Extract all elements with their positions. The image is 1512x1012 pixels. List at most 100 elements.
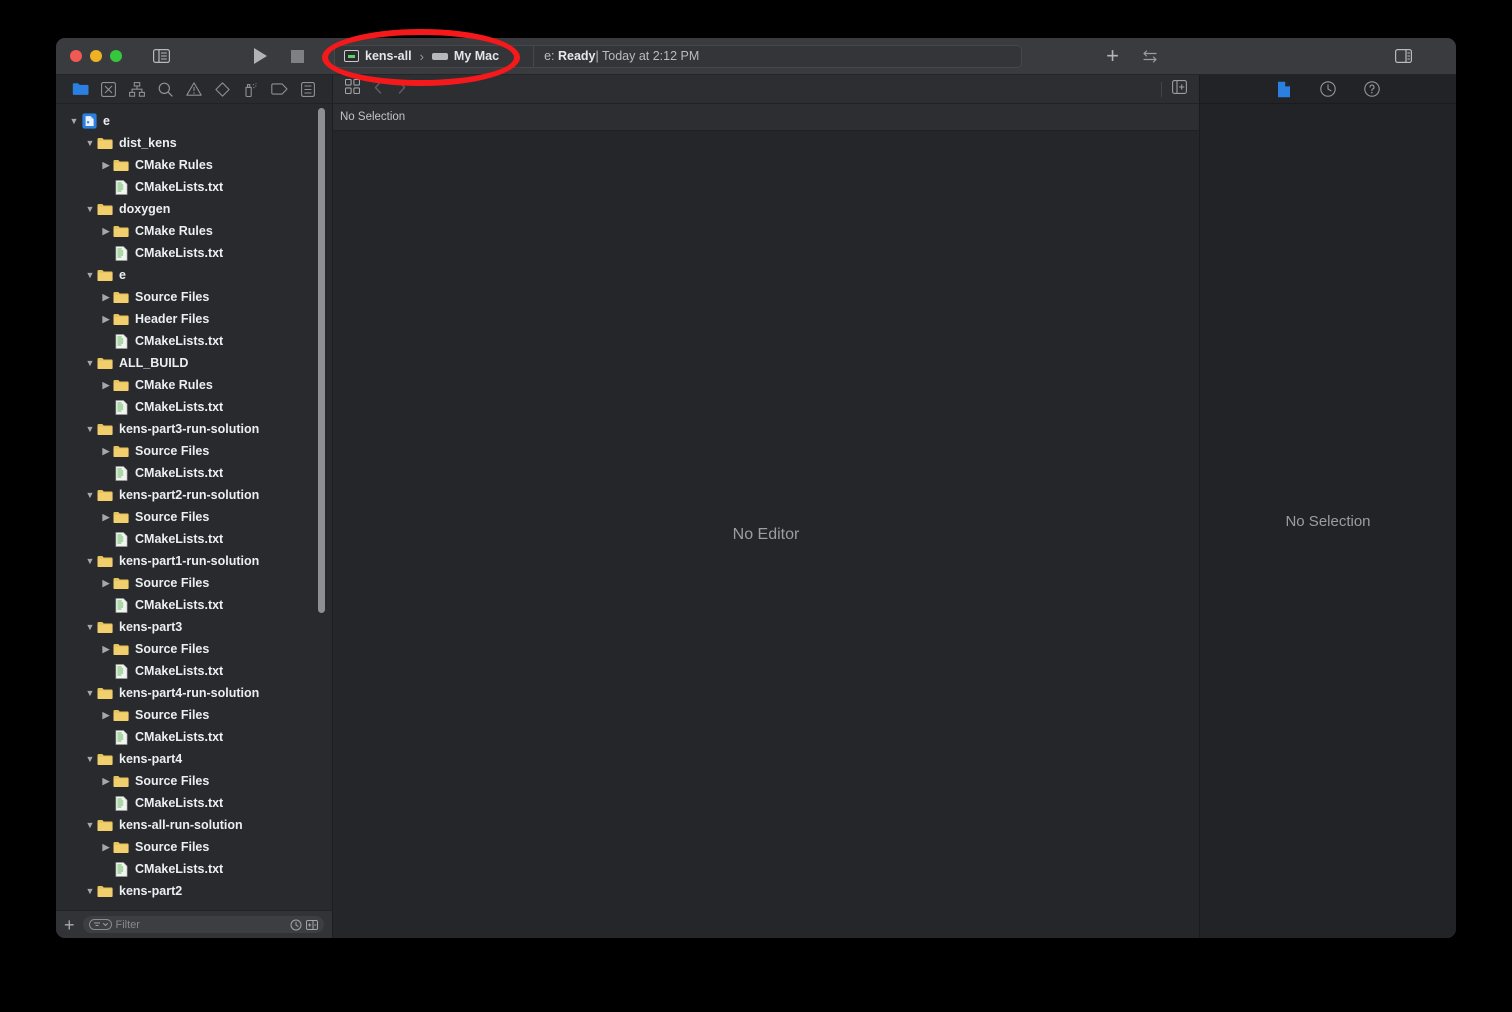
disclosure-open-icon[interactable]: ▼: [84, 622, 96, 632]
tree-row-label: dist_kens: [119, 136, 177, 150]
run-stop-group: [254, 48, 304, 64]
disclosure-closed-icon[interactable]: ▶: [100, 226, 112, 237]
debug-navigator[interactable]: [241, 79, 261, 99]
find-navigator[interactable]: [156, 79, 176, 99]
grid-view-icon[interactable]: [344, 78, 361, 99]
source-control-navigator[interactable]: [99, 79, 119, 99]
file-inspector[interactable]: [1275, 80, 1293, 98]
filter-options-icon[interactable]: [88, 919, 112, 930]
tree-row[interactable]: ▼ ALL_BUILD: [56, 352, 332, 374]
tree-row[interactable]: ▶ Source Files: [56, 770, 332, 792]
play-icon[interactable]: [254, 48, 267, 64]
disclosure-open-icon[interactable]: ▼: [84, 820, 96, 830]
disclosure-open-icon[interactable]: ▼: [84, 138, 96, 148]
issue-navigator[interactable]: [184, 79, 204, 99]
disclosure-open-icon[interactable]: ▼: [84, 204, 96, 214]
disclosure-open-icon[interactable]: ▼: [68, 116, 80, 126]
disclosure-open-icon[interactable]: ▼: [84, 754, 96, 764]
tree-row[interactable]: CMakeLists.txt: [56, 330, 332, 352]
navigator-tab-bar: [56, 75, 332, 104]
tree-row[interactable]: ▼ kens-part4: [56, 748, 332, 770]
tree-row[interactable]: ▶ CMake Rules: [56, 374, 332, 396]
breakpoint-navigator[interactable]: [269, 79, 289, 99]
tree-row[interactable]: ▶ Source Files: [56, 572, 332, 594]
disclosure-open-icon[interactable]: ▼: [84, 358, 96, 368]
history-inspector[interactable]: [1319, 80, 1337, 98]
tree-row[interactable]: ▶ Source Files: [56, 506, 332, 528]
tree-row[interactable]: ▼ doxygen: [56, 198, 332, 220]
minimize-button[interactable]: [90, 50, 102, 62]
disclosure-open-icon[interactable]: ▼: [84, 490, 96, 500]
stop-icon[interactable]: [291, 49, 304, 63]
tree-row[interactable]: ▶ Source Files: [56, 836, 332, 858]
disclosure-closed-icon[interactable]: ▶: [100, 380, 112, 391]
zoom-button[interactable]: [110, 50, 122, 62]
disclosure-closed-icon[interactable]: ▶: [100, 842, 112, 853]
disclosure-closed-icon[interactable]: ▶: [100, 446, 112, 457]
disclosure-closed-icon[interactable]: ▶: [100, 578, 112, 589]
tree-row-label: kens-part2-run-solution: [119, 488, 260, 502]
tree-row[interactable]: ▶ Source Files: [56, 704, 332, 726]
disclosure-open-icon[interactable]: ▼: [84, 886, 96, 896]
tree-row[interactable]: CMakeLists.txt: [56, 726, 332, 748]
quick-help-inspector[interactable]: [1363, 80, 1381, 98]
tree-row[interactable]: ▼ e: [56, 110, 332, 132]
filter-input[interactable]: Filter: [82, 916, 324, 933]
chevron-right-icon[interactable]: [398, 81, 406, 97]
tree-row[interactable]: CMakeLists.txt: [56, 242, 332, 264]
tree-row[interactable]: CMakeLists.txt: [56, 858, 332, 880]
tree-row[interactable]: ▶ CMake Rules: [56, 154, 332, 176]
project-navigator[interactable]: [70, 79, 90, 99]
scheme-destination-selector[interactable]: kens-all › My Mac: [335, 49, 499, 64]
breadcrumb[interactable]: No Selection: [333, 104, 1199, 131]
symbol-navigator[interactable]: [127, 79, 147, 99]
tree-row[interactable]: ▼ kens-part4-run-solution: [56, 682, 332, 704]
disclosure-closed-icon[interactable]: ▶: [100, 292, 112, 303]
sidebar-left-icon[interactable]: [148, 45, 174, 67]
tree-row[interactable]: ▶ Source Files: [56, 638, 332, 660]
report-navigator[interactable]: [298, 79, 318, 99]
tree-row[interactable]: ▼ e: [56, 264, 332, 286]
disclosure-closed-icon[interactable]: ▶: [100, 512, 112, 523]
test-navigator[interactable]: [212, 79, 232, 99]
tree-row[interactable]: CMakeLists.txt: [56, 462, 332, 484]
tree-row[interactable]: ▶ Source Files: [56, 286, 332, 308]
disclosure-closed-icon[interactable]: ▶: [100, 644, 112, 655]
tree-row[interactable]: CMakeLists.txt: [56, 528, 332, 550]
close-button[interactable]: [70, 50, 82, 62]
tree-row[interactable]: ▶ Source Files: [56, 440, 332, 462]
tree-row[interactable]: ▼ kens-part3: [56, 616, 332, 638]
project-navigator-tree[interactable]: ▼ e ▼ dist_kens ▶ CMake Rules CMakeLists.txt ▼ d…: [56, 104, 332, 910]
tree-row[interactable]: CMakeLists.txt: [56, 660, 332, 682]
chevron-left-icon[interactable]: [374, 81, 382, 97]
clock-icon[interactable]: [289, 918, 302, 931]
plus-icon[interactable]: +: [1106, 45, 1119, 67]
disclosure-open-icon[interactable]: ▼: [84, 424, 96, 434]
swap-arrows-icon[interactable]: [1137, 45, 1163, 67]
tree-row[interactable]: ▶ CMake Rules: [56, 220, 332, 242]
disclosure-closed-icon[interactable]: ▶: [100, 314, 112, 325]
tree-row[interactable]: ▶ Header Files: [56, 308, 332, 330]
tree-row[interactable]: ▼ kens-part1-run-solution: [56, 550, 332, 572]
disclosure-closed-icon[interactable]: ▶: [100, 160, 112, 171]
add-editor-icon[interactable]: [1172, 79, 1187, 99]
disclosure-open-icon[interactable]: ▼: [84, 688, 96, 698]
disclosure-closed-icon[interactable]: ▶: [100, 776, 112, 787]
tree-row[interactable]: ▼ dist_kens: [56, 132, 332, 154]
tree-row[interactable]: ▼ kens-all-run-solution: [56, 814, 332, 836]
disclosure-open-icon[interactable]: ▼: [84, 270, 96, 280]
disclosure-closed-icon[interactable]: ▶: [100, 710, 112, 721]
tree-row[interactable]: ▼ kens-part2: [56, 880, 332, 902]
add-filter-icon[interactable]: [305, 918, 318, 931]
inspector-toggle-icon[interactable]: [1390, 45, 1416, 67]
tree-row[interactable]: ▼ kens-part3-run-solution: [56, 418, 332, 440]
tree-row[interactable]: CMakeLists.txt: [56, 792, 332, 814]
tree-row[interactable]: ▼ kens-part2-run-solution: [56, 484, 332, 506]
tree-row[interactable]: CMakeLists.txt: [56, 594, 332, 616]
add-file-button[interactable]: +: [64, 916, 75, 934]
disclosure-open-icon[interactable]: ▼: [84, 556, 96, 566]
navigator-scrollbar[interactable]: [318, 108, 325, 613]
tree-row[interactable]: CMakeLists.txt: [56, 176, 332, 198]
tree-row-label: CMakeLists.txt: [135, 246, 224, 260]
tree-row[interactable]: CMakeLists.txt: [56, 396, 332, 418]
